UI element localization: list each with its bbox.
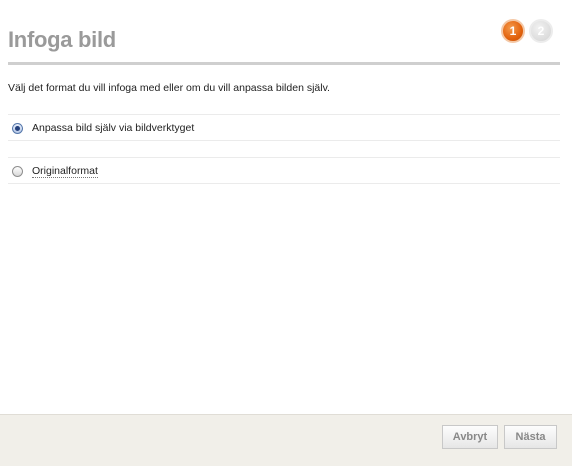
option-divider	[8, 114, 560, 115]
step-indicator: 1 2	[501, 19, 553, 43]
option-original-format-label: Originalformat	[32, 164, 98, 178]
option-original-format[interactable]: Originalformat	[8, 160, 560, 182]
cancel-button[interactable]: Avbryt	[442, 425, 498, 449]
radio-edit-with-tool[interactable]	[12, 122, 23, 134]
instruction-text: Välj det format du vill infoga med eller…	[8, 82, 330, 94]
option-edit-with-tool-label: Anpassa bild själv via bildverktyget	[32, 122, 195, 134]
option-edit-with-tool[interactable]: Anpassa bild själv via bildverktyget	[8, 117, 560, 139]
dialog-header: Infoga bild 1 2	[0, 0, 572, 66]
next-button[interactable]: Nästa	[504, 425, 557, 449]
dialog-title: Infoga bild	[8, 27, 116, 52]
radio-original-format[interactable]	[12, 165, 23, 177]
option-divider	[8, 157, 560, 158]
step-1-badge: 1	[501, 19, 525, 43]
option-divider	[8, 183, 560, 184]
option-divider	[8, 140, 560, 141]
step-2-badge: 2	[529, 19, 553, 43]
header-divider	[8, 62, 560, 65]
